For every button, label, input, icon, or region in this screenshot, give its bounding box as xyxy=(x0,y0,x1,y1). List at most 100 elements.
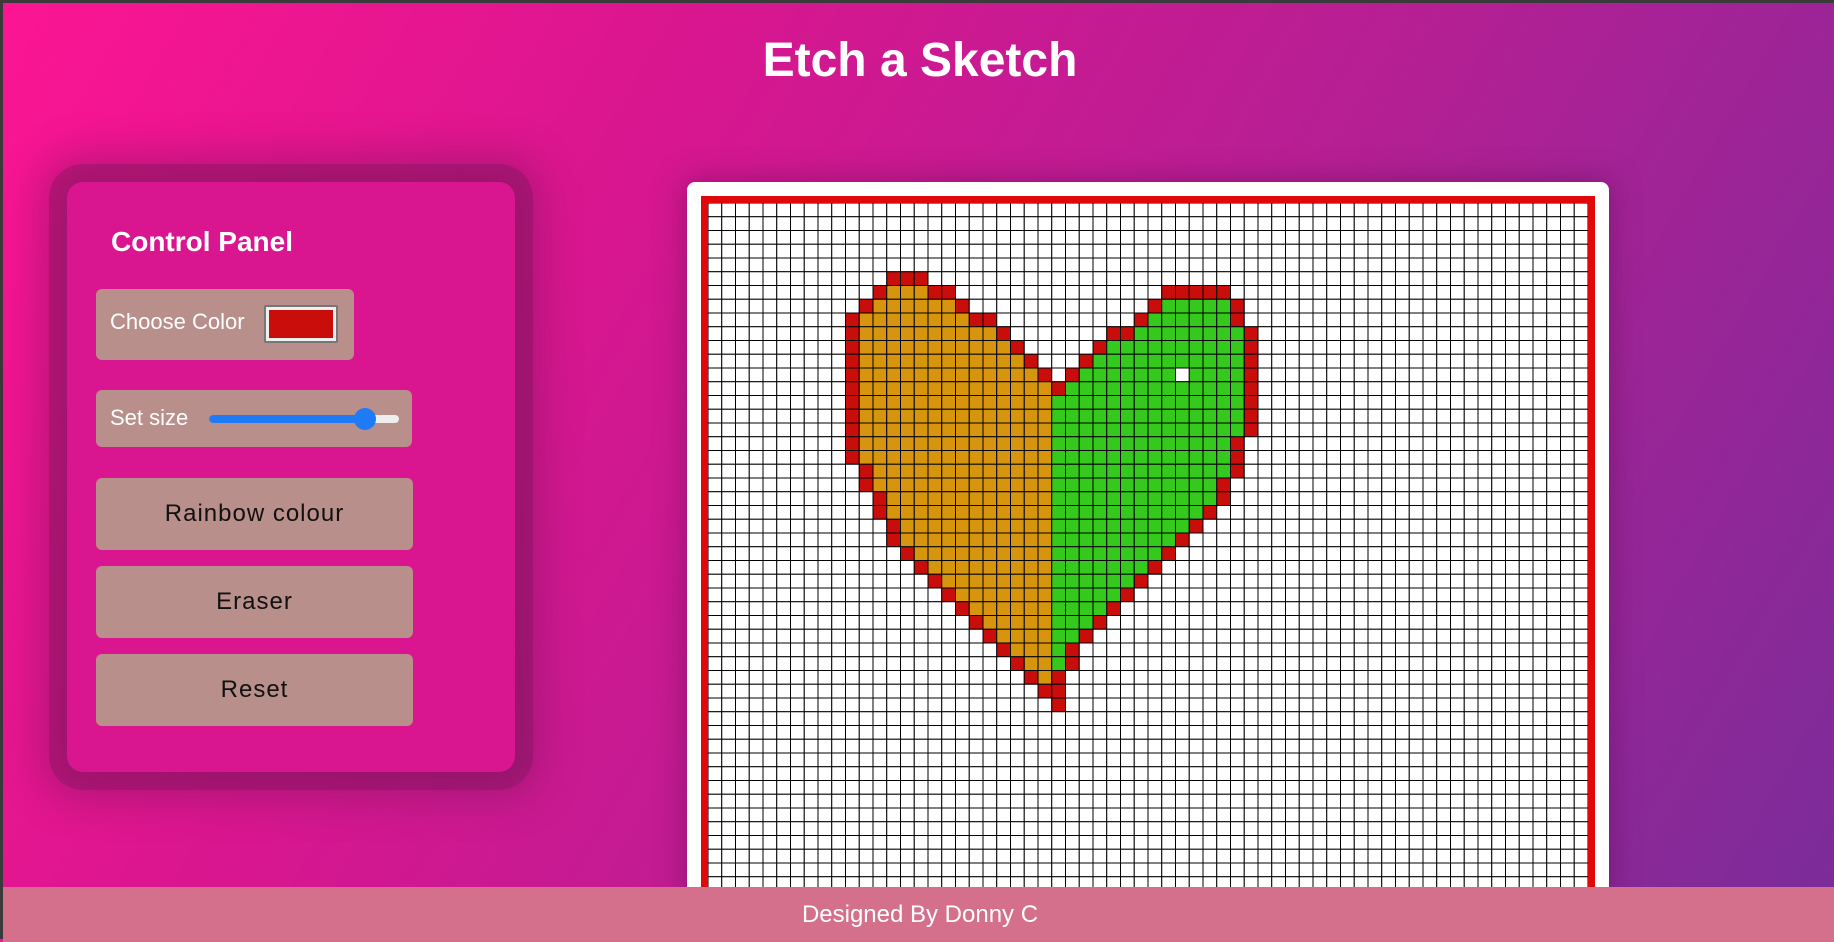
grid-cell[interactable] xyxy=(1010,532,1025,548)
grid-cell[interactable] xyxy=(1422,367,1438,383)
grid-cell[interactable] xyxy=(1147,601,1163,616)
grid-cell[interactable] xyxy=(803,862,819,878)
grid-cell[interactable] xyxy=(803,642,819,658)
grid-cell[interactable] xyxy=(708,615,723,630)
grid-cell[interactable] xyxy=(845,408,860,424)
grid-cell[interactable] xyxy=(1202,271,1218,286)
grid-cell[interactable] xyxy=(721,312,736,328)
grid-cell[interactable] xyxy=(735,601,750,616)
grid-cell[interactable] xyxy=(831,615,846,630)
grid-cell[interactable] xyxy=(1120,463,1135,479)
grid-cell[interactable] xyxy=(1243,395,1259,410)
grid-cell[interactable] xyxy=(1450,230,1465,245)
grid-cell[interactable] xyxy=(708,271,723,286)
grid-cell[interactable] xyxy=(886,560,901,575)
grid-cell[interactable] xyxy=(872,243,888,259)
grid-cell[interactable] xyxy=(1037,367,1053,383)
grid-cell[interactable] xyxy=(831,340,846,355)
grid-cell[interactable] xyxy=(1161,546,1176,561)
grid-cell[interactable] xyxy=(1312,243,1328,259)
grid-cell[interactable] xyxy=(858,271,874,286)
grid-cell[interactable] xyxy=(1436,546,1451,561)
grid-cell[interactable] xyxy=(1230,848,1245,864)
grid-cell[interactable] xyxy=(762,560,778,575)
grid-cell[interactable] xyxy=(1216,601,1231,616)
grid-cell[interactable] xyxy=(1518,353,1534,369)
grid-cell[interactable] xyxy=(1298,697,1314,713)
grid-cell[interactable] xyxy=(872,683,888,699)
grid-cell[interactable] xyxy=(1243,505,1259,520)
grid-cell[interactable] xyxy=(1436,271,1451,286)
grid-cell[interactable] xyxy=(968,752,984,768)
grid-cell[interactable] xyxy=(1408,642,1424,658)
grid-cell[interactable] xyxy=(803,243,819,259)
grid-cell[interactable] xyxy=(927,203,943,218)
grid-cell[interactable] xyxy=(1257,216,1273,231)
grid-cell[interactable] xyxy=(1161,587,1176,603)
grid-cell[interactable] xyxy=(1532,862,1548,878)
grid-cell[interactable] xyxy=(1491,257,1506,273)
grid-cell[interactable] xyxy=(1188,271,1204,286)
grid-cell[interactable] xyxy=(721,216,736,231)
grid-cell[interactable] xyxy=(1518,203,1534,218)
grid-cell[interactable] xyxy=(748,766,764,781)
grid-cell[interactable] xyxy=(968,285,984,300)
grid-cell[interactable] xyxy=(1505,518,1520,534)
grid-cell[interactable] xyxy=(1381,395,1396,410)
grid-cell[interactable] xyxy=(708,436,723,451)
grid-cell[interactable] xyxy=(1175,821,1190,836)
grid-cell[interactable] xyxy=(982,285,998,300)
grid-cell[interactable] xyxy=(1381,491,1396,506)
grid-cell[interactable] xyxy=(708,326,723,341)
grid-cell[interactable] xyxy=(1271,683,1286,699)
grid-cell[interactable] xyxy=(1065,505,1080,520)
grid-cell[interactable] xyxy=(1367,395,1383,410)
grid-cell[interactable] xyxy=(1450,835,1465,850)
grid-cell[interactable] xyxy=(1573,450,1588,465)
grid-cell[interactable] xyxy=(748,683,764,699)
grid-cell[interactable] xyxy=(968,642,984,658)
grid-cell[interactable] xyxy=(1051,450,1066,465)
grid-cell[interactable] xyxy=(886,848,901,864)
grid-cell[interactable] xyxy=(1560,505,1575,520)
grid-cell[interactable] xyxy=(776,738,791,754)
grid-cell[interactable] xyxy=(1477,752,1493,768)
grid-cell[interactable] xyxy=(790,587,805,603)
grid-cell[interactable] xyxy=(1175,793,1190,809)
grid-cell[interactable] xyxy=(1285,752,1300,768)
grid-cell[interactable] xyxy=(1381,780,1396,795)
grid-cell[interactable] xyxy=(1312,835,1328,850)
grid-cell[interactable] xyxy=(735,683,750,699)
grid-cell[interactable] xyxy=(1353,752,1369,768)
grid-cell[interactable] xyxy=(817,312,833,328)
grid-cell[interactable] xyxy=(1285,367,1300,383)
grid-cell[interactable] xyxy=(982,505,998,520)
grid-cell[interactable] xyxy=(996,230,1011,245)
grid-cell[interactable] xyxy=(1078,381,1094,396)
grid-cell[interactable] xyxy=(762,518,778,534)
grid-cell[interactable] xyxy=(1188,752,1204,768)
grid-cell[interactable] xyxy=(1065,463,1080,479)
grid-cell[interactable] xyxy=(941,697,956,713)
grid-cell[interactable] xyxy=(1395,257,1410,273)
grid-cell[interactable] xyxy=(1353,532,1369,548)
grid-cell[interactable] xyxy=(1051,683,1066,699)
grid-cell[interactable] xyxy=(913,752,929,768)
grid-cell[interactable] xyxy=(1477,821,1493,836)
grid-cell[interactable] xyxy=(1106,243,1121,259)
grid-cell[interactable] xyxy=(1353,518,1369,534)
grid-cell[interactable] xyxy=(762,312,778,328)
grid-cell[interactable] xyxy=(1216,491,1231,506)
grid-cell[interactable] xyxy=(1285,298,1300,314)
grid-cell[interactable] xyxy=(1422,807,1438,823)
grid-cell[interactable] xyxy=(1298,683,1314,699)
grid-cell[interactable] xyxy=(1381,725,1396,740)
grid-cell[interactable] xyxy=(1271,298,1286,314)
grid-cell[interactable] xyxy=(1202,601,1218,616)
grid-cell[interactable] xyxy=(803,271,819,286)
grid-cell[interactable] xyxy=(748,697,764,713)
grid-cell[interactable] xyxy=(1078,615,1094,630)
grid-cell[interactable] xyxy=(1188,243,1204,259)
grid-cell[interactable] xyxy=(1010,807,1025,823)
grid-cell[interactable] xyxy=(1243,848,1259,864)
